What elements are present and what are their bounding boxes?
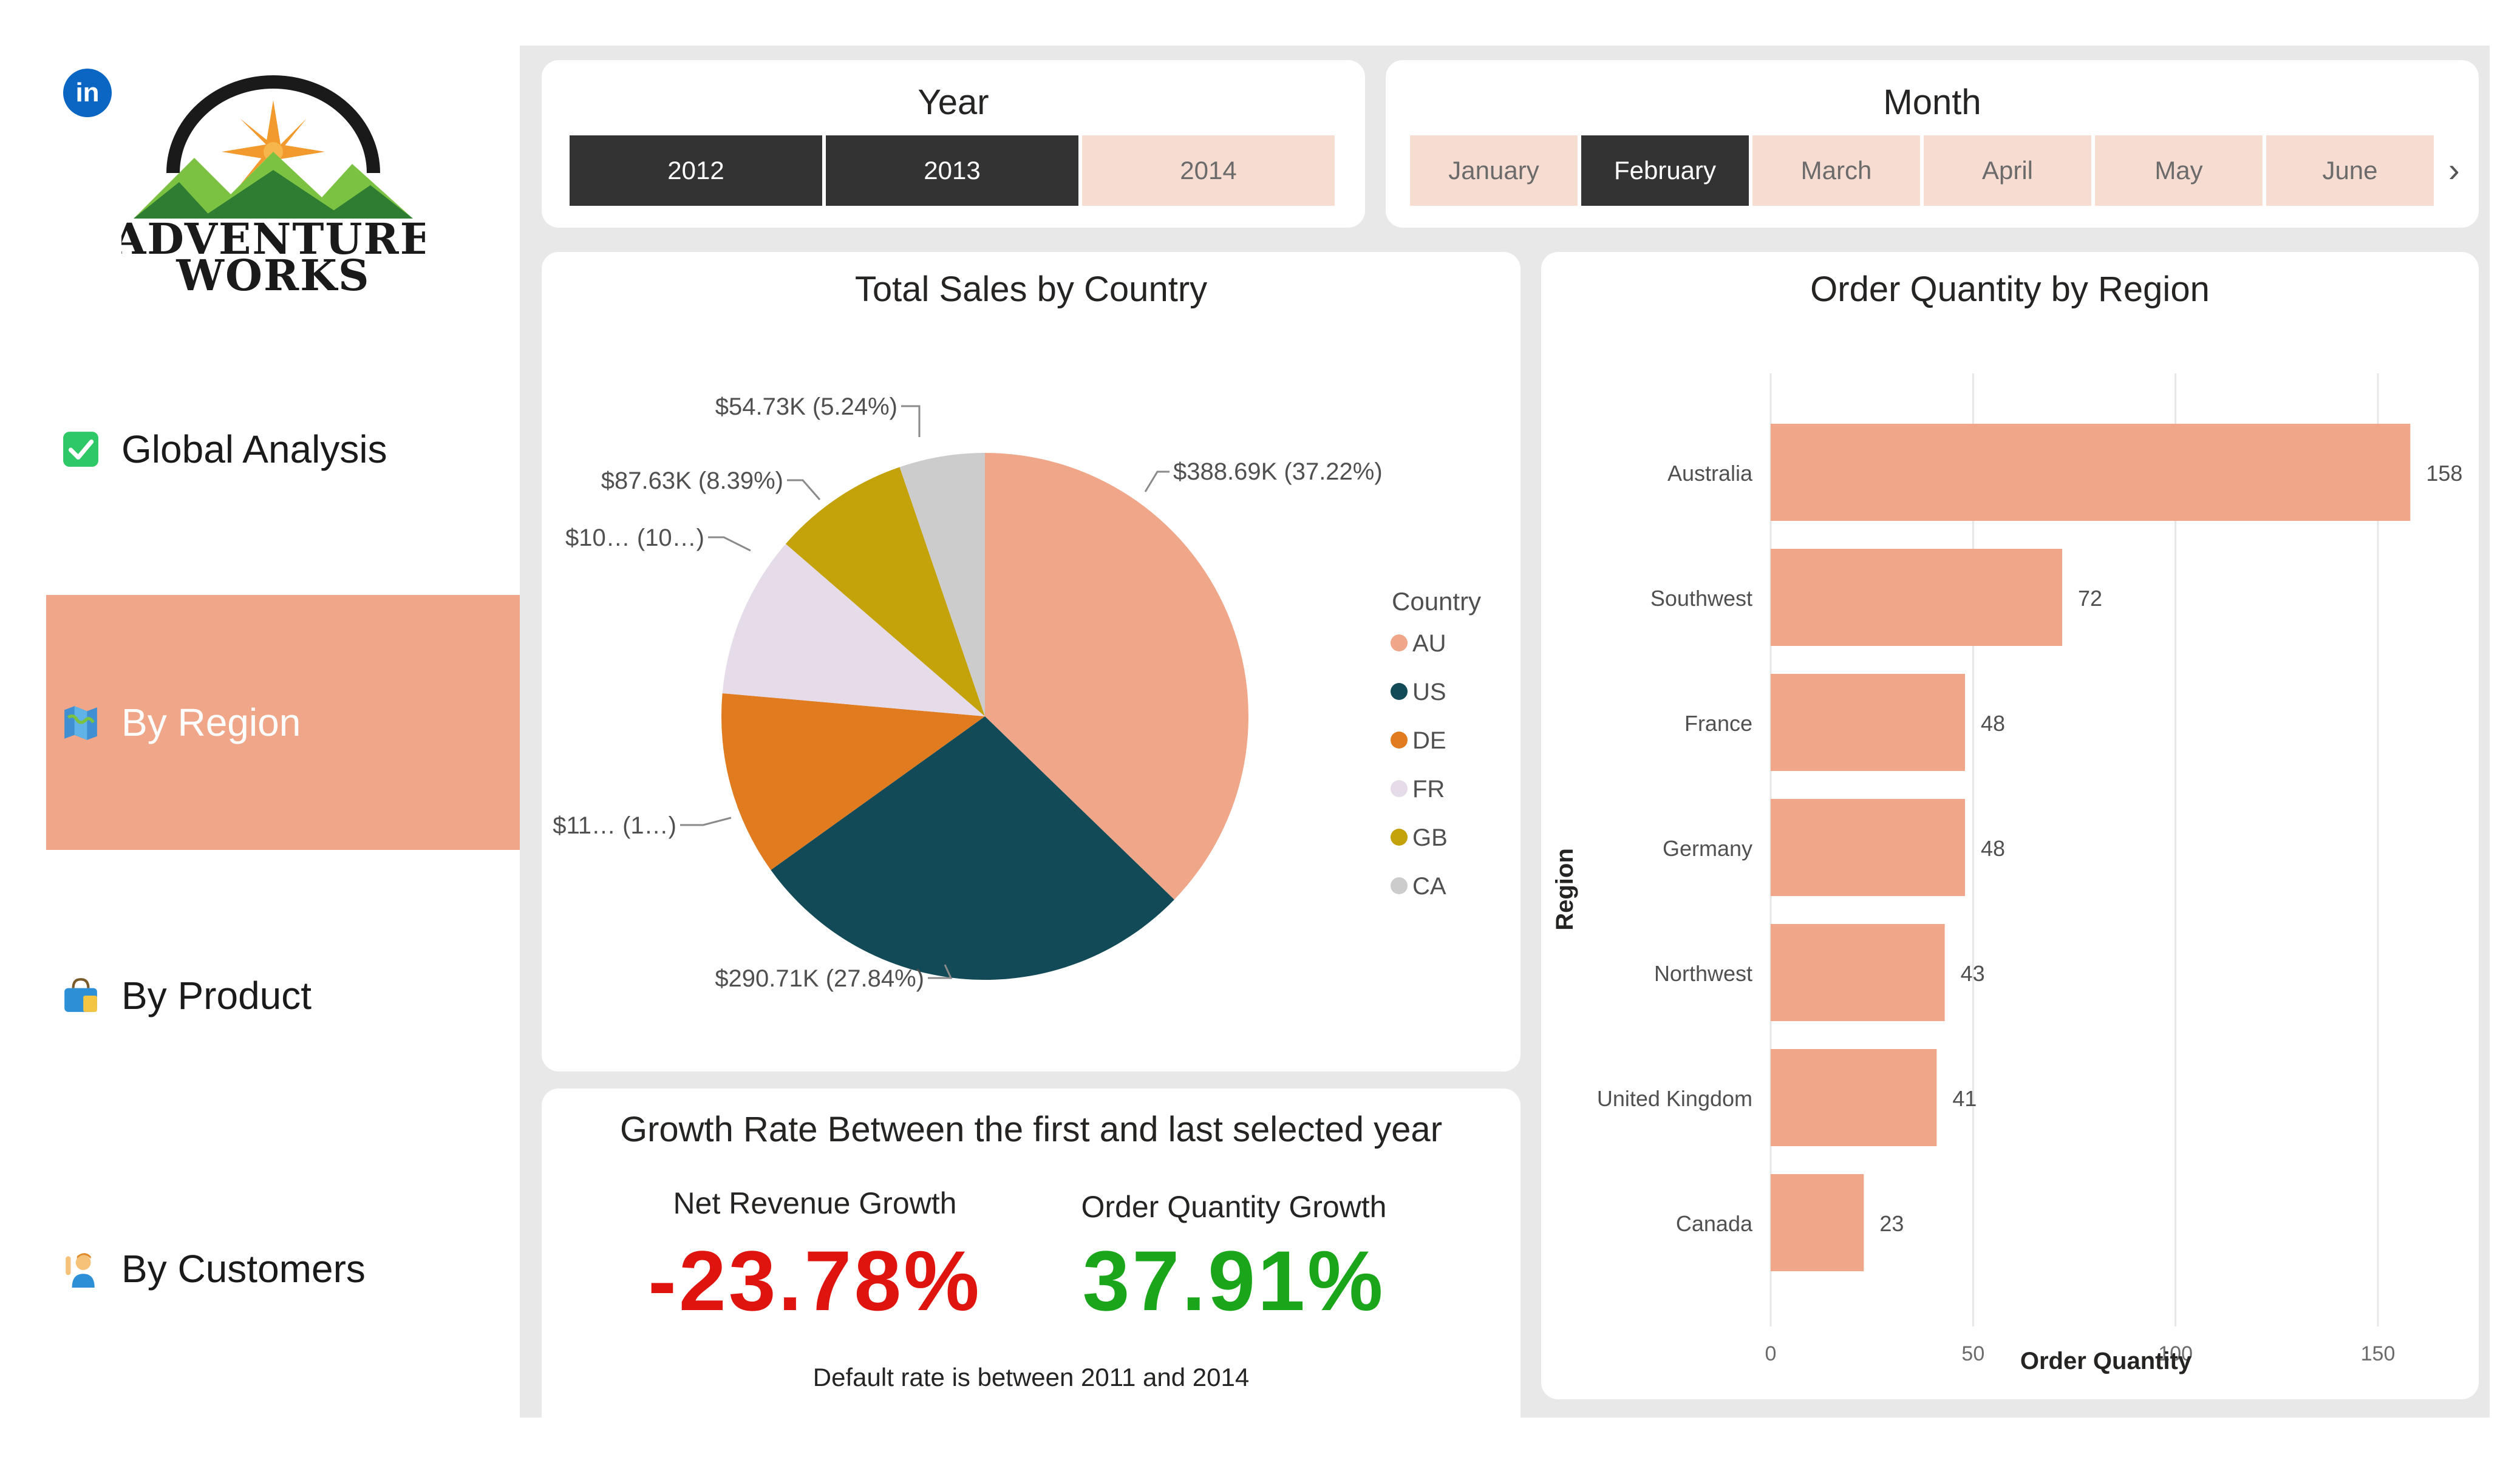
bar-category-label: Southwest — [1650, 586, 1752, 611]
bar-canada[interactable] — [1771, 1174, 1864, 1271]
bar-x-axis-title: Order Quantity — [2020, 1348, 2192, 1374]
nav-by-product[interactable]: By Product — [46, 868, 520, 1123]
linkedin-icon[interactable]: in — [63, 69, 112, 117]
net-revenue-growth-label: Net Revenue Growth — [673, 1186, 957, 1220]
adventure-works-logo: Adventure Works — [121, 75, 425, 297]
bar-category-label: Australia — [1667, 461, 1753, 486]
bar-category-label: United Kingdom — [1597, 1086, 1752, 1111]
bar-category-label: Northwest — [1654, 961, 1752, 986]
x-tick-label: 50 — [1961, 1342, 1984, 1365]
bar-value-label: 158 — [2426, 461, 2462, 486]
year-option-2014[interactable]: 2014 — [1082, 135, 1335, 206]
bar-category-label: Germany — [1663, 836, 1752, 861]
bar-chart: Australia 158 Southwest 72 France 48 Germany 48… — [1551, 373, 2462, 1374]
map-icon — [64, 706, 97, 740]
month-option-june[interactable]: June — [2266, 135, 2434, 206]
nav-by-region[interactable]: By Region — [46, 595, 520, 850]
growth-title: Growth Rate Between the first and last s… — [619, 1110, 1443, 1149]
sales-by-country-card: Total Sales by Country $388.69K (37.22%)… — [542, 252, 1521, 1072]
bar-y-axis-title: Region — [1551, 848, 1578, 931]
bar-southwest[interactable] — [1771, 549, 2062, 646]
bar-value-label: 48 — [1981, 711, 2005, 736]
legend-label-fr: FR — [1412, 776, 1445, 803]
year-options: 2012 2013 2014 — [570, 135, 1335, 206]
month-slicer: Month January February March April May J… — [1386, 60, 2479, 228]
nav-by-customers[interactable]: By Customers — [46, 1141, 520, 1396]
legend-swatch-us — [1391, 683, 1408, 700]
nav-label: Global Analysis — [121, 427, 387, 471]
x-tick-label: 0 — [1765, 1342, 1777, 1365]
legend-swatch-gb — [1391, 829, 1408, 846]
month-options: January February March April May June — [1410, 135, 2434, 206]
year-slicer: Year 2012 2013 2014 — [542, 60, 1365, 228]
legend-swatch-de — [1391, 732, 1408, 749]
bar-value-label: 23 — [1879, 1211, 1904, 1236]
bar-value-label: 72 — [2078, 586, 2102, 611]
legend-label-gb: GB — [1412, 824, 1448, 851]
legend-label-au: AU — [1412, 630, 1446, 657]
checkbox-icon — [63, 432, 98, 467]
bar-germany[interactable] — [1771, 799, 1965, 896]
bar-value-label: 43 — [1961, 961, 1985, 986]
nav-label: By Region — [121, 701, 301, 744]
order-qty-by-region-card: Order Quantity by Region Australia 158 Sou… — [1541, 252, 2479, 1399]
order-quantity-growth-value: 37.91% — [1082, 1233, 1386, 1328]
legend-swatch-fr — [1391, 780, 1408, 797]
month-slicer-title: Month — [1883, 83, 1981, 122]
bar-value-label: 41 — [1952, 1086, 1977, 1111]
bar-northwest[interactable] — [1771, 924, 1945, 1021]
month-option-april[interactable]: April — [1924, 135, 2091, 206]
pie-label-us: $290.71K (27.84%) — [715, 965, 924, 992]
year-slicer-title: Year — [918, 83, 989, 122]
nav-label: By Customers — [121, 1247, 366, 1291]
legend-label-us: US — [1412, 679, 1446, 705]
month-option-january[interactable]: January — [1410, 135, 1578, 206]
pie-label-gb: $87.63K (8.39%) — [601, 467, 783, 494]
pie-chart: $388.69K (37.22%) $290.71K (27.84%) $11…… — [553, 393, 1481, 992]
growth-rate-card: Growth Rate Between the first and last s… — [542, 1089, 1521, 1418]
legend-label-ca: CA — [1412, 873, 1446, 900]
pie-label-au: $388.69K (37.22%) — [1173, 458, 1383, 485]
brand-name-line2: Works — [175, 250, 370, 297]
net-revenue-growth-value: -23.78% — [648, 1233, 982, 1328]
year-option-2012[interactable]: 2012 — [570, 135, 822, 206]
chevron-right-icon[interactable]: › — [2448, 150, 2460, 189]
x-tick-label: 150 — [2361, 1342, 2396, 1365]
nav-global-analysis[interactable]: Global Analysis — [46, 322, 520, 577]
month-option-february[interactable]: February — [1581, 135, 1749, 206]
year-option-2013[interactable]: 2013 — [826, 135, 1078, 206]
shopping-bag-icon — [64, 978, 97, 1012]
bar-united-kingdom[interactable] — [1771, 1049, 1937, 1146]
bar-category-label: France — [1684, 711, 1752, 736]
bar-category-label: Canada — [1676, 1211, 1753, 1236]
pie-legend-title: Country — [1392, 587, 1481, 616]
nav-label: By Product — [121, 974, 312, 1017]
order-quantity-growth-label: Order Quantity Growth — [1081, 1190, 1387, 1224]
pie-label-ca: $54.73K (5.24%) — [715, 393, 897, 420]
pie-label-de: $11… (1…) — [553, 812, 676, 839]
legend-label-de: DE — [1412, 727, 1446, 754]
bar-france[interactable] — [1771, 674, 1965, 771]
month-option-march[interactable]: March — [1752, 135, 1920, 206]
bar-value-label: 48 — [1981, 836, 2005, 861]
month-option-may[interactable]: May — [2095, 135, 2263, 206]
person-raising-hand-icon — [66, 1253, 95, 1288]
legend-swatch-au — [1391, 634, 1408, 651]
bar-australia[interactable] — [1771, 424, 2411, 521]
pie-label-fr: $10… (10…) — [565, 525, 704, 551]
report-canvas: Year 2012 2013 2014 Month January Februa… — [520, 46, 2490, 1418]
legend-swatch-ca — [1391, 877, 1408, 894]
growth-note: Default rate is between 2011 and 2014 — [812, 1363, 1250, 1391]
